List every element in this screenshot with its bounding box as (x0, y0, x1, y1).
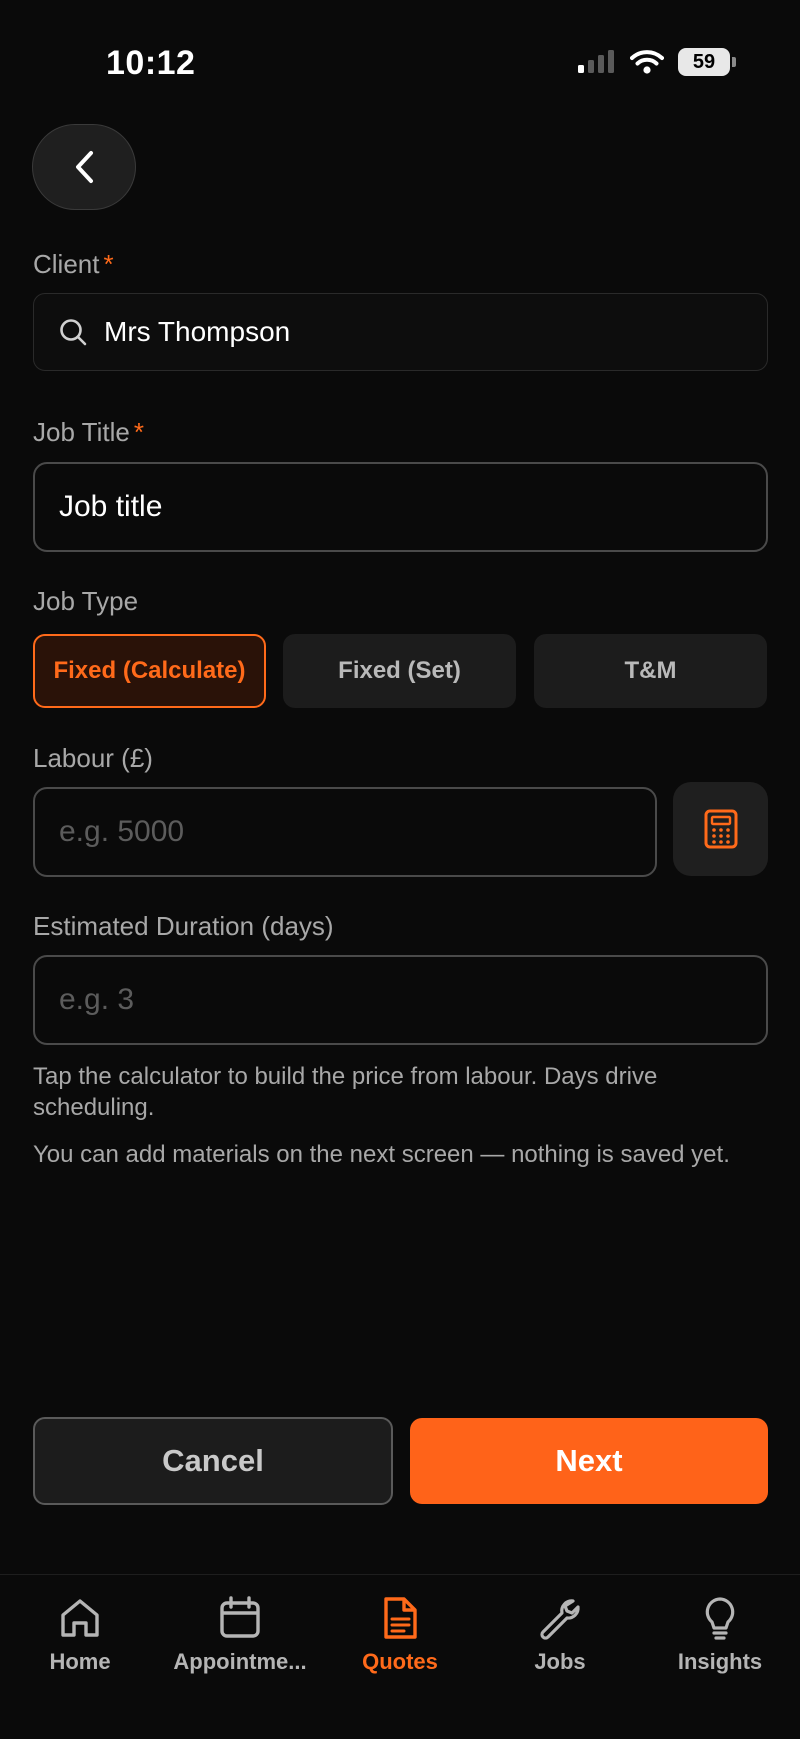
tab-label: Jobs (534, 1649, 586, 1674)
status-icons: 59 (576, 48, 736, 76)
status-bar: 10:12 59 (0, 0, 800, 120)
document-icon (384, 1597, 417, 1639)
lightbulb-icon (705, 1597, 735, 1640)
signal-icon (578, 50, 614, 73)
tab-quotes[interactable]: Quotes (320, 1595, 480, 1675)
hint-text: You can add materials on the next screen… (33, 1141, 730, 1168)
back-button[interactable] (32, 124, 136, 210)
labour-label: Labour (£) (33, 743, 153, 773)
required-mark: * (133, 417, 144, 447)
client-search-field[interactable]: Mrs Thompson (33, 293, 768, 371)
client-label-text: Client (33, 249, 100, 279)
chevron-left-icon (76, 151, 93, 183)
job-title-input[interactable] (33, 462, 768, 552)
duration-label: Estimated Duration (days) (33, 911, 334, 941)
tab-jobs[interactable]: Jobs (480, 1595, 640, 1675)
wifi-icon (630, 50, 664, 74)
job-type-time-materials[interactable]: T&M (534, 634, 767, 708)
client-label: Client * (33, 249, 114, 280)
tab-insights[interactable]: Insights (640, 1595, 800, 1675)
wrench-icon (540, 1599, 580, 1640)
job-type-label: Job Type (33, 586, 139, 616)
status-time: 10:12 (106, 44, 196, 82)
required-mark: * (103, 249, 114, 279)
cancel-button[interactable]: Cancel (33, 1417, 393, 1505)
labour-input[interactable] (33, 787, 657, 877)
next-button[interactable]: Next (410, 1418, 768, 1504)
client-value: Mrs Thompson (104, 316, 291, 347)
job-title-label: Job Title * (33, 417, 144, 448)
job-type-fixed-calculate[interactable]: Fixed (Calculate) (33, 634, 266, 708)
tab-home[interactable]: Home (0, 1595, 160, 1675)
hint-text: Tap the calculator to build the price fr… (33, 1063, 658, 1121)
tab-bar: Home Appointme... Quotes Jobs Insights (0, 1574, 800, 1739)
job-title-label-text: Job Title (33, 417, 130, 447)
duration-input[interactable] (33, 955, 768, 1045)
job-type-fixed-set[interactable]: Fixed (Set) (283, 634, 516, 708)
calculator-icon (704, 809, 737, 849)
calendar-icon (220, 1596, 260, 1638)
tab-appointments[interactable]: Appointme... (160, 1595, 320, 1675)
calculator-button[interactable] (673, 782, 768, 876)
battery-indicator: 59 (678, 48, 736, 76)
tab-label: Quotes (362, 1649, 438, 1674)
tab-label: Insights (677, 1649, 763, 1674)
tab-label: Appointme... (173, 1649, 307, 1674)
home-icon (61, 1599, 99, 1637)
tab-label: Home (49, 1649, 111, 1674)
battery-level: 59 (692, 50, 716, 73)
search-icon (60, 319, 87, 346)
